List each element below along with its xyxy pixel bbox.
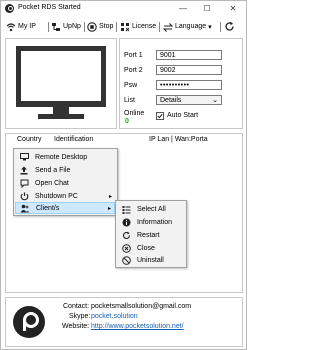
chevron-down-icon: ▾: [208, 23, 212, 31]
restart-icon: [122, 231, 130, 239]
submenu-item-uninstall[interactable]: Uninstall: [117, 254, 184, 266]
app-logo-icon: [5, 4, 14, 13]
password-label: Psw: [124, 82, 138, 89]
toolbar: My IP UpNp Stop License Language ▾: [1, 19, 246, 34]
upnp-label: UpNp: [63, 23, 81, 30]
toolbar-divider: [84, 22, 85, 32]
chat-icon: [20, 179, 28, 188]
toolbar-divider: [159, 22, 160, 32]
settings-panel: Port 1 9001 Port 2 9002 Psw •••••••••• L…: [119, 38, 243, 129]
stop-icon: [87, 21, 97, 32]
submenu-arrow-icon: ▸: [107, 205, 111, 212]
minimize-button[interactable]: —: [171, 2, 195, 15]
submenu-item-label: Information: [137, 218, 173, 226]
uninstall-icon: [121, 255, 131, 265]
menu-item-clients[interactable]: Client/s ▸: [15, 202, 115, 214]
submenu-item-label: Restart: [137, 231, 160, 239]
submenu-item-select-all[interactable]: Select All: [117, 203, 184, 215]
menu-item-label: Open Chat: [35, 179, 69, 187]
context-menu: Remote Desktop Send a File Open Chat Shu…: [13, 148, 118, 216]
skype-label: Skype:: [69, 313, 91, 320]
list-select[interactable]: Details ⌄: [156, 95, 222, 105]
monitor-panel: [5, 38, 117, 129]
submenu-item-label: Close: [137, 244, 155, 252]
submenu-item-label: Select All: [137, 205, 166, 213]
stop-button[interactable]: Stop: [87, 20, 113, 33]
contact-email[interactable]: pocketsmallsolution@gmail.com: [91, 303, 191, 310]
users-icon: [20, 204, 30, 212]
port2-input[interactable]: 9002: [156, 65, 222, 75]
submenu-arrow-icon: ▸: [108, 193, 112, 200]
toolbar-divider: [116, 22, 117, 32]
license-button[interactable]: License: [120, 20, 156, 33]
toolbar-divider: [220, 22, 221, 32]
language-label: Language: [175, 23, 207, 30]
main-window: Pocket RDS Started — ☐ ✕ My IP UpNp Stop…: [0, 0, 247, 350]
stop-label: Stop: [99, 23, 114, 30]
network-icon: [52, 22, 60, 31]
website-label: Website:: [62, 323, 90, 330]
maximize-button[interactable]: ☐: [195, 2, 219, 15]
column-header-identification[interactable]: Identification: [54, 136, 93, 143]
close-circle-icon: [121, 243, 131, 253]
title-bar: Pocket RDS Started — ☐ ✕: [1, 1, 246, 17]
window-title: Pocket RDS Started: [18, 4, 81, 11]
column-header-ip[interactable]: IP Lan | Wan:Porta: [149, 136, 208, 143]
refresh-button[interactable]: [224, 20, 235, 33]
column-header-country[interactable]: Country: [17, 136, 42, 143]
menu-item-label: Shutdown PC: [35, 192, 78, 200]
checkmark-icon: [157, 113, 163, 119]
autostart-label: Auto Start: [167, 112, 199, 119]
footer-panel: Contact: pocketsmallsolution@gmail.com S…: [5, 297, 243, 347]
close-button[interactable]: ✕: [221, 2, 245, 15]
pocket-logo-icon: [13, 306, 45, 338]
upload-file-icon: [20, 166, 28, 174]
menu-item-shutdown-pc[interactable]: Shutdown PC ▸: [15, 190, 115, 202]
my-ip-label: My IP: [18, 23, 36, 30]
language-icon: [163, 22, 173, 32]
contact-label: Contact:: [63, 303, 90, 310]
list-icon: [122, 205, 130, 214]
toolbar-divider: [48, 22, 49, 32]
shutdown-icon: [20, 192, 28, 200]
online-count: 0: [125, 118, 129, 125]
clients-submenu: Select All Information Restart Close Uni…: [115, 200, 187, 268]
chevron-down-icon: ⌄: [212, 97, 218, 104]
port1-label: Port 1: [124, 52, 143, 59]
menu-item-label: Send a File: [35, 166, 71, 174]
menu-item-label: Remote Desktop: [35, 153, 88, 161]
license-icon: [121, 22, 130, 31]
online-label: Online: [124, 110, 145, 117]
website-link[interactable]: http://www.pocketsolution.net/: [91, 323, 184, 330]
my-ip-button[interactable]: My IP: [6, 20, 36, 33]
menu-item-label: Client/s: [36, 204, 60, 212]
info-icon: [122, 218, 130, 226]
upnp-button[interactable]: UpNp: [51, 20, 81, 33]
port1-input[interactable]: 9001: [156, 50, 222, 60]
password-input[interactable]: ••••••••••: [156, 80, 222, 90]
monitor-icon: [16, 46, 106, 119]
submenu-item-restart[interactable]: Restart: [117, 229, 184, 241]
menu-item-open-chat[interactable]: Open Chat: [15, 177, 115, 189]
submenu-item-information[interactable]: Information: [117, 216, 184, 228]
wifi-icon: [6, 22, 16, 31]
autostart-checkbox[interactable]: [156, 112, 164, 120]
monitor-icon: [19, 153, 29, 161]
list-select-value: Details: [160, 97, 182, 104]
skype-link[interactable]: pocket.solution: [91, 313, 138, 320]
refresh-icon: [225, 21, 234, 31]
list-label: List: [124, 97, 135, 104]
submenu-item-close[interactable]: Close: [117, 242, 184, 254]
menu-item-remote-desktop[interactable]: Remote Desktop: [15, 151, 115, 163]
language-button[interactable]: Language ▾: [163, 20, 212, 33]
submenu-item-label: Uninstall: [137, 256, 164, 264]
license-label: License: [132, 23, 157, 30]
port2-label: Port 2: [124, 67, 143, 74]
menu-item-send-file[interactable]: Send a File: [15, 164, 115, 176]
